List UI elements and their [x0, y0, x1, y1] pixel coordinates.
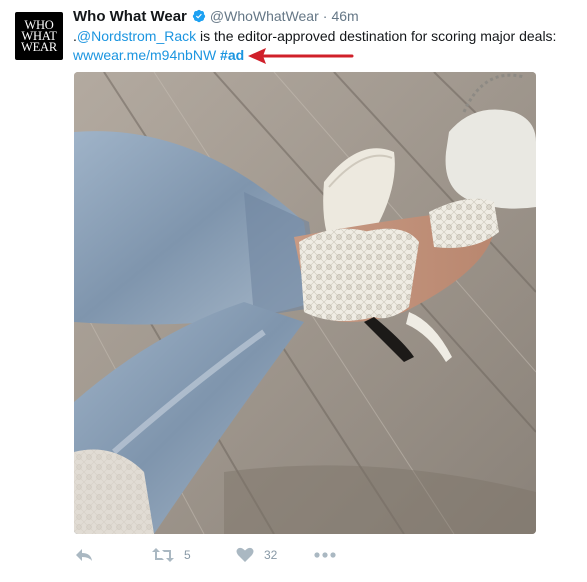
hashtag-link[interactable]: #ad: [220, 47, 244, 63]
like-count: 32: [264, 548, 278, 562]
avatar-line-3: WEAR: [21, 39, 57, 54]
handle[interactable]: @WhoWhatWear: [210, 8, 319, 24]
display-name[interactable]: Who What Wear: [73, 8, 187, 25]
separator-dot: ·: [322, 8, 328, 24]
tweet-photo[interactable]: [74, 72, 536, 534]
tweet-card[interactable]: WHO WHAT WEAR Who What Wear @WhoWhatWear…: [0, 0, 587, 582]
tweet-text-line-2: wwwear.me/m94nbNW #ad: [73, 46, 244, 64]
tweet-text: .@Nordstrom_Rack is the editor-approved …: [73, 27, 583, 45]
mention-link[interactable]: @Nordstrom_Rack: [77, 28, 196, 44]
retweet-button[interactable]: 5: [152, 544, 191, 566]
red-arrow-annotation: [248, 48, 354, 64]
retweet-count: 5: [184, 548, 191, 562]
like-button[interactable]: 32: [236, 544, 277, 566]
more-button[interactable]: [314, 544, 336, 566]
verified-badge-icon: [192, 9, 206, 23]
reply-icon: [76, 549, 92, 561]
text-body: is the editor-approved destination for s…: [196, 28, 557, 44]
heart-icon: [236, 547, 254, 562]
url-link[interactable]: wwwear.me/m94nbNW: [73, 47, 216, 63]
more-icon: [314, 552, 336, 558]
reply-button[interactable]: [74, 544, 94, 566]
tweet-header: Who What Wear @WhoWhatWear · 46m: [73, 6, 359, 26]
timestamp[interactable]: 46m: [331, 8, 358, 24]
tweet-actions: 5 32: [74, 544, 374, 566]
retweet-icon: [152, 548, 174, 562]
photo-image: [74, 72, 536, 534]
avatar[interactable]: WHO WHAT WEAR: [15, 12, 63, 60]
